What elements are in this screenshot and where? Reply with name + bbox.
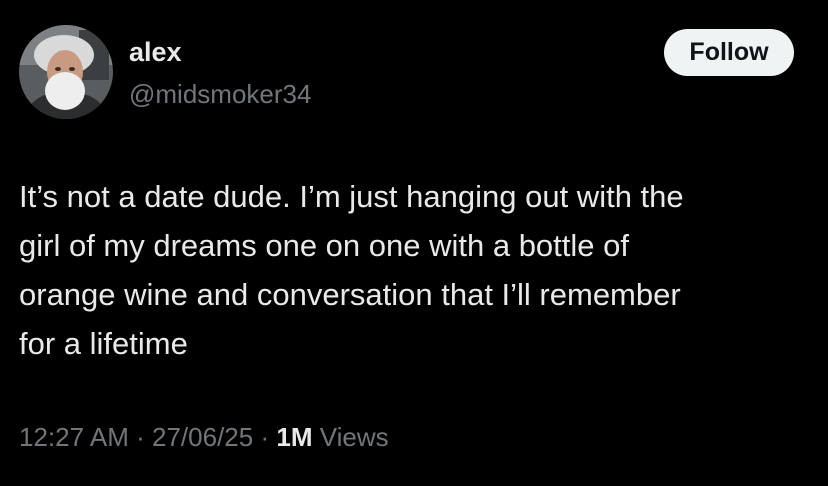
profile-photo-icon bbox=[19, 25, 113, 119]
display-name[interactable]: alex bbox=[129, 36, 182, 68]
meta-separator: · bbox=[260, 422, 270, 452]
tweet-text-line: It’s not a date dude. I’m just hanging o… bbox=[19, 179, 684, 214]
meta-separator: · bbox=[136, 422, 145, 452]
tweet-text: It’s not a date dude. I’m just hanging o… bbox=[19, 172, 809, 368]
tweet-text-line: for a lifetime bbox=[19, 326, 188, 361]
tweet-text-line: orange wine and conversation that I’ll r… bbox=[19, 277, 681, 312]
tweet-text-line: girl of my dreams one on one with a bott… bbox=[19, 228, 629, 263]
avatar[interactable] bbox=[19, 25, 113, 119]
tweet-date[interactable]: 27/06/25 bbox=[152, 422, 253, 452]
views-count[interactable]: 1M bbox=[276, 422, 312, 452]
tweet-meta: 12:27 AM · 27/06/25 · 1M Views bbox=[19, 420, 389, 454]
tweet-timestamp[interactable]: 12:27 AM bbox=[19, 422, 129, 452]
views-label: Views bbox=[319, 422, 389, 452]
user-handle[interactable]: @midsmoker34 bbox=[129, 78, 311, 110]
follow-button[interactable]: Follow bbox=[664, 29, 794, 76]
